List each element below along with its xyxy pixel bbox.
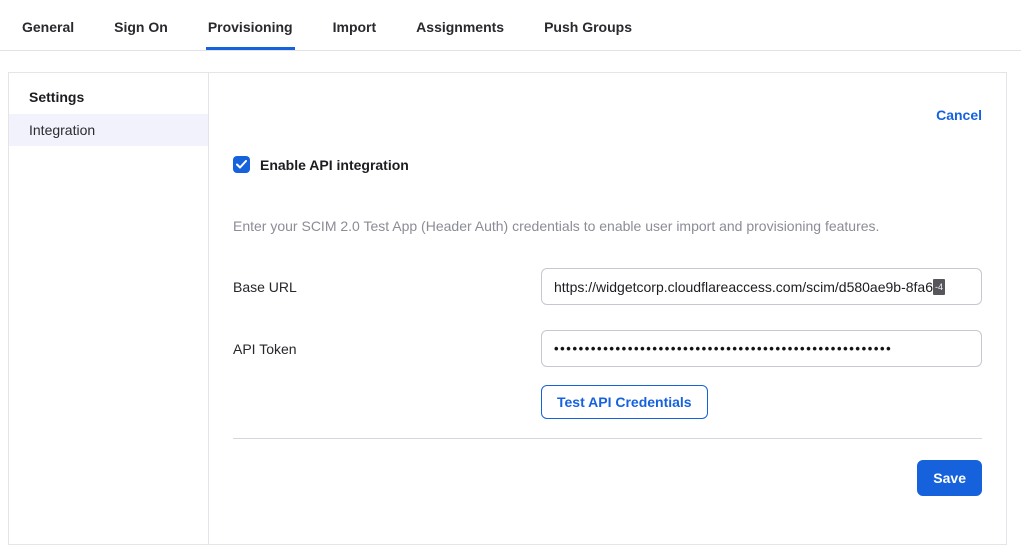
app-tab-bar: General Sign On Provisioning Import Assi… bbox=[0, 0, 1021, 51]
provisioning-panel: Settings Integration Cancel Enable API i… bbox=[8, 72, 1007, 545]
api-token-input[interactable]: ••••••••••••••••••••••••••••••••••••••••… bbox=[541, 330, 982, 367]
base-url-row: Base URL https://widgetcorp.cloudflareac… bbox=[233, 268, 982, 305]
footer-divider bbox=[233, 438, 982, 439]
test-api-credentials-button[interactable]: Test API Credentials bbox=[541, 385, 708, 419]
api-token-row: API Token ••••••••••••••••••••••••••••••… bbox=[233, 330, 982, 367]
tab-import[interactable]: Import bbox=[331, 3, 379, 50]
cancel-link[interactable]: Cancel bbox=[936, 107, 982, 123]
credentials-form: Base URL https://widgetcorp.cloudflareac… bbox=[233, 268, 982, 419]
enable-api-row: Enable API integration bbox=[233, 156, 982, 173]
sidebar-header-settings: Settings bbox=[9, 82, 208, 114]
base-url-label: Base URL bbox=[233, 279, 541, 295]
integration-settings-form: Cancel Enable API integration Enter your… bbox=[209, 73, 1006, 544]
save-row: Save bbox=[233, 460, 982, 496]
save-button[interactable]: Save bbox=[917, 460, 982, 496]
tab-push-groups[interactable]: Push Groups bbox=[542, 3, 634, 50]
settings-sidebar: Settings Integration bbox=[9, 73, 209, 544]
tab-general[interactable]: General bbox=[20, 3, 76, 50]
tab-assignments[interactable]: Assignments bbox=[414, 3, 506, 50]
tab-provisioning[interactable]: Provisioning bbox=[206, 3, 295, 50]
tab-sign-on[interactable]: Sign On bbox=[112, 3, 170, 50]
checkmark-icon bbox=[236, 160, 247, 169]
api-token-masked-value: ••••••••••••••••••••••••••••••••••••••••… bbox=[554, 341, 892, 356]
enable-api-checkbox[interactable] bbox=[233, 156, 250, 173]
cancel-row: Cancel bbox=[233, 107, 982, 125]
enable-api-label[interactable]: Enable API integration bbox=[260, 157, 409, 173]
base-url-input[interactable]: https://widgetcorp.cloudflareaccess.com/… bbox=[541, 268, 982, 305]
base-url-value: https://widgetcorp.cloudflareaccess.com/… bbox=[554, 279, 933, 295]
credentials-description: Enter your SCIM 2.0 Test App (Header Aut… bbox=[233, 217, 982, 235]
text-overflow-marker: -4 bbox=[933, 279, 945, 295]
test-credentials-row: Test API Credentials bbox=[541, 385, 982, 419]
api-token-label: API Token bbox=[233, 341, 541, 357]
sidebar-item-integration[interactable]: Integration bbox=[9, 114, 208, 146]
